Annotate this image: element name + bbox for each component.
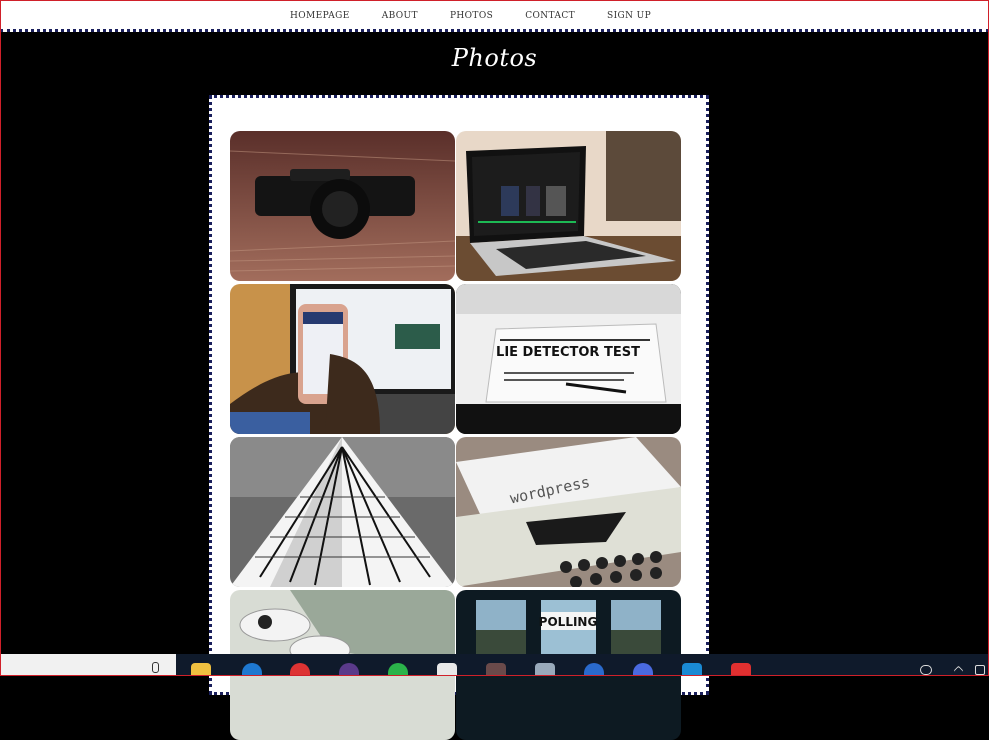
nav-link-photos[interactable]: PHOTOS bbox=[450, 11, 493, 21]
app-icon[interactable] bbox=[339, 663, 359, 676]
nav-link-about[interactable]: ABOUT bbox=[382, 11, 418, 21]
nav-links: HOMEPAGE ABOUT PHOTOS CONTACT SIGN UP bbox=[290, 0, 683, 31]
phone-laptop-photo[interactable] bbox=[230, 284, 455, 434]
page-title: Photos bbox=[451, 44, 538, 72]
app-icon-4[interactable] bbox=[584, 663, 604, 676]
microphone-icon[interactable] bbox=[152, 662, 159, 673]
speaker-icon[interactable] bbox=[975, 665, 985, 675]
whatsapp-icon[interactable] bbox=[388, 663, 408, 676]
laptop-music-photo[interactable] bbox=[456, 131, 681, 281]
taskbar-search-box[interactable] bbox=[0, 654, 176, 676]
polling-text: POLLING bbox=[539, 615, 598, 629]
typewriter-wordpress-photo[interactable]: wordpress bbox=[456, 437, 681, 587]
chevron-up-icon[interactable] bbox=[953, 665, 964, 676]
app-icon-5[interactable] bbox=[633, 663, 653, 676]
camera-photo[interactable] bbox=[230, 131, 455, 281]
app-icon-6[interactable] bbox=[731, 663, 751, 676]
edge-icon[interactable] bbox=[242, 663, 262, 676]
nav-link-contact[interactable]: CONTACT bbox=[525, 11, 575, 21]
people-icon[interactable] bbox=[920, 665, 932, 675]
app-icon-3[interactable] bbox=[535, 663, 555, 676]
vscode-icon[interactable] bbox=[682, 663, 702, 676]
top-nav: HOMEPAGE ABOUT PHOTOS CONTACT SIGN UP bbox=[0, 0, 989, 32]
nav-link-sign-up[interactable]: SIGN UP bbox=[607, 11, 651, 21]
nav-link-homepage[interactable]: HOMEPAGE bbox=[290, 11, 350, 21]
photo-grid: LIE DETECTOR TEST wordpress POLLING bbox=[230, 131, 683, 740]
gallery-panel: LIE DETECTOR TEST wordpress POLLING bbox=[209, 95, 709, 740]
taskbar bbox=[0, 654, 989, 676]
folder-icon[interactable] bbox=[191, 663, 211, 676]
lie-detector-text: LIE DETECTOR TEST bbox=[496, 345, 640, 360]
building-photo[interactable] bbox=[230, 437, 455, 587]
notepad-icon[interactable] bbox=[437, 663, 457, 676]
app-icon-2[interactable] bbox=[486, 663, 506, 676]
lie-detector-test-photo[interactable]: LIE DETECTOR TEST bbox=[456, 284, 681, 434]
chrome-icon[interactable] bbox=[290, 663, 310, 676]
